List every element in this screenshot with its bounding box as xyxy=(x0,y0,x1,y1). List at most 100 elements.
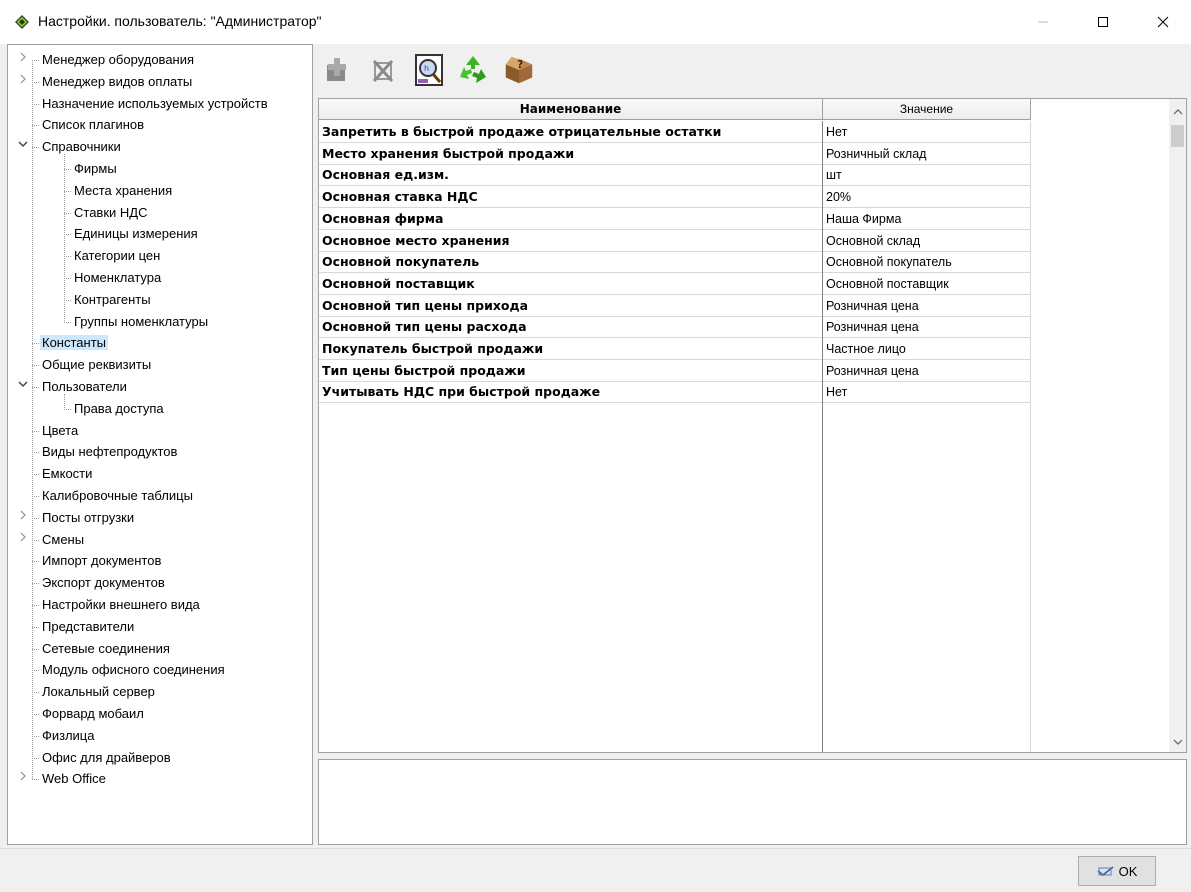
tree-item[interactable]: Константы xyxy=(40,332,108,353)
constant-value-cell[interactable]: Розничная цена xyxy=(823,294,1031,317)
constant-name-cell[interactable]: Учитывать НДС при быстрой продаже xyxy=(319,381,823,404)
constant-value-cell[interactable]: Нет xyxy=(823,121,1031,143)
tree-item[interactable]: Менеджер оборудования xyxy=(20,49,196,70)
constant-name-cell[interactable]: Покупатель быстрой продажи xyxy=(319,338,823,360)
table-row[interactable]: Тип цены быстрой продажи Розничная цена xyxy=(319,359,1031,382)
tree-item[interactable]: Пользователи xyxy=(18,376,129,397)
chevron-right-icon[interactable] xyxy=(18,768,30,789)
scroll-thumb[interactable] xyxy=(1171,125,1184,147)
tree-item[interactable]: Локальный сервер xyxy=(40,681,157,702)
constant-value-cell[interactable]: Основной склад xyxy=(823,229,1031,252)
tree-item[interactable]: Ставки НДС xyxy=(72,202,149,223)
table-row[interactable]: Место хранения быстрой продажи Розничный … xyxy=(319,142,1031,165)
tree-item[interactable]: Офис для драйверов xyxy=(40,747,173,768)
constant-name-cell[interactable]: Основной тип цены расхода xyxy=(319,316,823,339)
constant-value-cell[interactable]: Наша Фирма xyxy=(823,207,1031,230)
constant-name-cell[interactable]: Запретить в быстрой продаже отрицательны… xyxy=(319,121,823,143)
tree-item[interactable]: Импорт документов xyxy=(40,550,163,571)
tree-item[interactable]: Представители xyxy=(40,616,136,637)
tree-item[interactable]: Назначение используемых устройств xyxy=(40,93,270,114)
settings-tree[interactable]: Менеджер оборудования Менеджер видов опла… xyxy=(7,44,313,845)
table-row[interactable]: Основной поставщик Основной поставщик xyxy=(319,272,1031,295)
constant-value-cell[interactable]: Розничная цена xyxy=(823,316,1031,339)
constant-value-cell[interactable]: Нет xyxy=(823,381,1031,404)
constant-value-cell[interactable]: Розничная цена xyxy=(823,359,1031,382)
tree-item[interactable]: Настройки внешнего вида xyxy=(40,594,202,615)
tree-item[interactable]: Виды нефтепродуктов xyxy=(40,441,179,462)
table-row[interactable]: Основная ставка НДС 20% xyxy=(319,186,1031,209)
tree-item-label: Список плагинов xyxy=(42,117,145,133)
table-row[interactable]: Основной тип цены прихода Розничная цена xyxy=(319,294,1031,317)
constant-name-cell[interactable]: Основной тип цены прихода xyxy=(319,294,823,317)
chevron-right-icon[interactable] xyxy=(18,49,30,70)
tree-item[interactable]: Номенклатура xyxy=(72,267,163,288)
tree-item[interactable]: Модуль офисного соединения xyxy=(40,659,227,680)
delete-button[interactable] xyxy=(366,52,400,88)
ok-button[interactable]: OK xyxy=(1078,856,1156,886)
tree-item[interactable]: Смены xyxy=(20,529,86,550)
table-row[interactable]: Покупатель быстрой продажи Частное лицо xyxy=(319,338,1031,360)
chevron-down-icon[interactable] xyxy=(18,376,30,397)
close-button[interactable] xyxy=(1140,0,1186,44)
table-row[interactable]: Основной покупатель Основной покупатель xyxy=(319,251,1031,274)
column-header-value[interactable]: Значение xyxy=(823,99,1031,120)
constant-value-cell[interactable]: Розничный склад xyxy=(823,142,1031,165)
constant-name-cell[interactable]: Основной поставщик xyxy=(319,272,823,295)
tree-item[interactable]: Цвета xyxy=(40,420,80,441)
constant-value-cell[interactable]: Частное лицо xyxy=(823,338,1031,360)
find-button[interactable]: h xyxy=(412,52,446,88)
table-row[interactable]: Учитывать НДС при быстрой продаже Нет xyxy=(319,381,1031,404)
constant-value-cell[interactable]: 20% xyxy=(823,186,1031,209)
constant-value-cell[interactable]: шт xyxy=(823,164,1031,187)
constant-name-cell[interactable]: Место хранения быстрой продажи xyxy=(319,142,823,165)
tree-item[interactable]: Сетевые соединения xyxy=(40,638,172,659)
chevron-right-icon[interactable] xyxy=(18,529,30,550)
column-header-name[interactable]: Наименование xyxy=(319,99,823,120)
add-button[interactable] xyxy=(320,52,354,88)
tree-item[interactable]: Форвард мобаил xyxy=(40,703,146,724)
tree-item[interactable]: Калибровочные таблицы xyxy=(40,485,195,506)
tree-item[interactable]: Категории цен xyxy=(72,245,162,266)
constant-name-cell[interactable]: Тип цены быстрой продажи xyxy=(319,359,823,382)
table-row[interactable]: Основное место хранения Основной склад xyxy=(319,229,1031,252)
refresh-button[interactable] xyxy=(456,52,490,88)
table-row[interactable]: Основная ед.изм. шт xyxy=(319,164,1031,187)
tree-item-label: Контрагенты xyxy=(74,291,151,307)
tree-item[interactable]: Справочники xyxy=(18,136,123,157)
tree-item[interactable]: Общие реквизиты xyxy=(40,354,153,375)
table-row[interactable]: Запретить в быстрой продаже отрицательны… xyxy=(319,121,1031,143)
constant-name-cell[interactable]: Основная фирма xyxy=(319,207,823,230)
constant-name-cell[interactable]: Основная ставка НДС xyxy=(319,186,823,209)
description-memo[interactable] xyxy=(318,759,1187,845)
tree-item[interactable]: Емкости xyxy=(40,463,94,484)
tree-item[interactable]: Группы номенклатуры xyxy=(72,311,210,332)
minimize-button[interactable] xyxy=(1020,0,1066,44)
maximize-button[interactable] xyxy=(1080,0,1126,44)
tree-item[interactable]: Посты отгрузки xyxy=(20,507,136,528)
tree-item[interactable]: Экспорт документов xyxy=(40,572,167,593)
constant-value-cell[interactable]: Основной покупатель xyxy=(823,251,1031,274)
tree-item[interactable]: Права доступа xyxy=(72,398,166,419)
constant-value-cell[interactable]: Основной поставщик xyxy=(823,272,1031,295)
tree-item[interactable]: Места хранения xyxy=(72,180,174,201)
constant-name-cell[interactable]: Основная ед.изм. xyxy=(319,164,823,187)
grid-vertical-scrollbar[interactable] xyxy=(1169,99,1186,752)
chevron-right-icon[interactable] xyxy=(18,507,30,528)
tree-item[interactable]: Фирмы xyxy=(72,158,119,179)
tree-item[interactable]: Web Office xyxy=(20,768,108,789)
scroll-up-icon[interactable] xyxy=(1169,103,1186,120)
tree-item[interactable]: Физлица xyxy=(40,725,96,746)
chevron-down-icon[interactable] xyxy=(18,136,30,157)
tree-item[interactable]: Менеджер видов оплаты xyxy=(20,71,194,92)
tree-item[interactable]: Единицы измерения xyxy=(72,223,200,244)
constants-grid[interactable]: Наименование Значение Запретить в быстро… xyxy=(318,98,1187,753)
constant-name-cell[interactable]: Основной покупатель xyxy=(319,251,823,274)
constant-name-cell[interactable]: Основное место хранения xyxy=(319,229,823,252)
tree-item[interactable]: Контрагенты xyxy=(72,289,153,310)
help-button[interactable]: ? xyxy=(502,52,536,88)
chevron-right-icon[interactable] xyxy=(18,71,30,92)
table-row[interactable]: Основной тип цены расхода Розничная цена xyxy=(319,316,1031,339)
scroll-down-icon[interactable] xyxy=(1169,733,1186,750)
table-row[interactable]: Основная фирма Наша Фирма xyxy=(319,207,1031,230)
tree-item[interactable]: Список плагинов xyxy=(40,114,146,135)
